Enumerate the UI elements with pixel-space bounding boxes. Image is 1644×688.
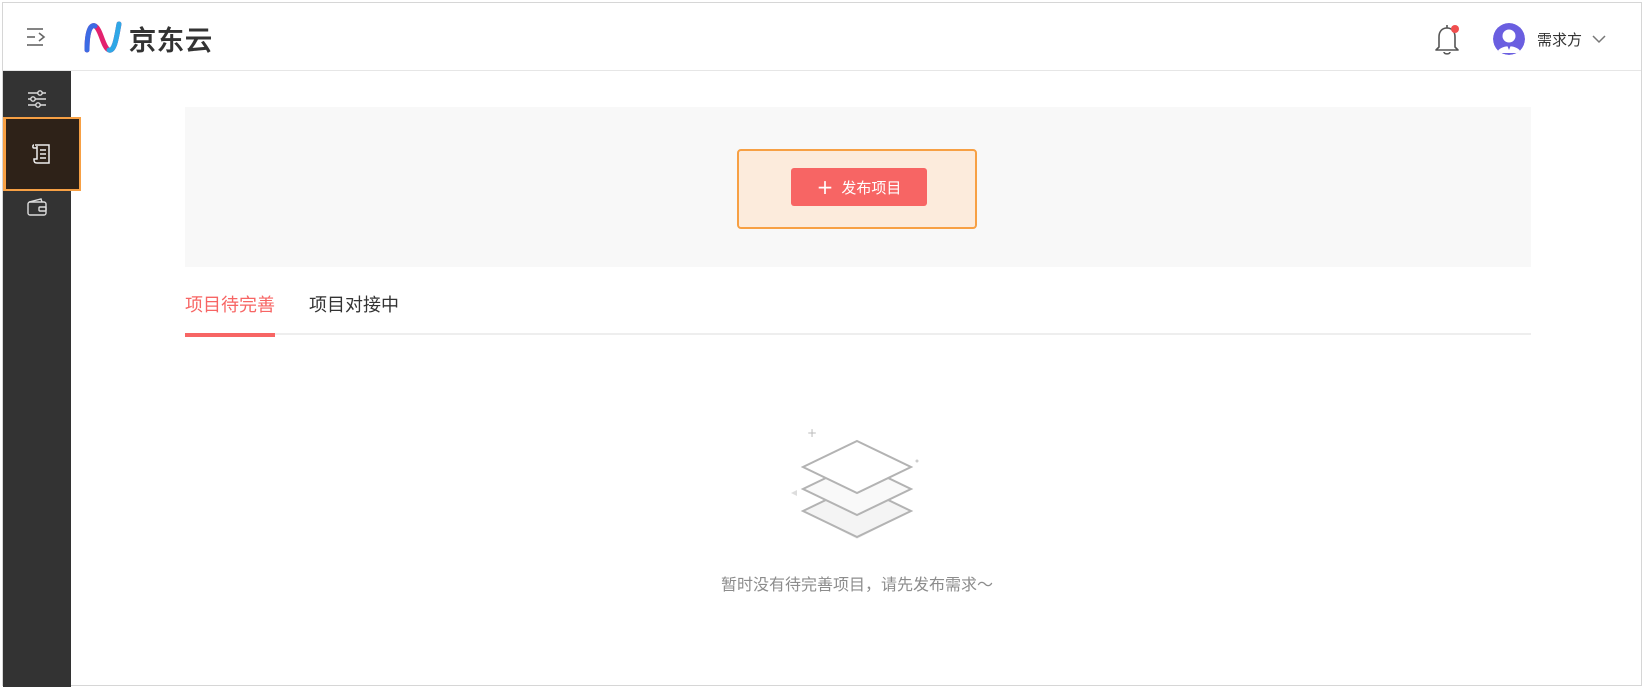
- logo-text: 京东云: [129, 25, 213, 57]
- tab-pending[interactable]: 项目待完善: [185, 291, 275, 337]
- chevron-down-icon: [1592, 35, 1606, 44]
- publish-project-button[interactable]: + 发布项目: [791, 168, 927, 206]
- plus-icon: +: [816, 175, 834, 199]
- sidebar: [3, 71, 81, 687]
- publish-panel: + 发布项目: [185, 107, 1531, 267]
- avatar: [1493, 23, 1525, 55]
- menu-toggle-icon[interactable]: [23, 25, 51, 49]
- publish-button-highlight: + 发布项目: [737, 149, 977, 229]
- sliders-icon: [28, 90, 46, 108]
- publish-button-label: 发布项目: [841, 178, 902, 197]
- app-window: 京东云 需求方 + 发布项目 项目待完善 项目对接中 + 暂时没有待完善项目，请…: [2, 2, 1642, 687]
- svg-text:+: +: [807, 426, 817, 440]
- empty-state-message: 暂时没有待完善项目，请先发布需求～: [720, 575, 993, 594]
- notification-bell-icon[interactable]: [1431, 21, 1463, 57]
- project-tabs: 项目待完善 项目对接中: [185, 283, 1531, 337]
- logo-mark-icon: [84, 21, 122, 53]
- logo[interactable]: 京东云: [83, 19, 213, 57]
- empty-state-layers-icon: +: [787, 421, 927, 561]
- notification-dot: [1451, 25, 1459, 33]
- user-name: 需求方: [1537, 30, 1583, 49]
- sidebar-item-wallet[interactable]: [3, 179, 71, 235]
- user-menu[interactable]: 需求方: [1493, 21, 1606, 57]
- tab-in-progress[interactable]: 项目对接中: [309, 291, 399, 335]
- top-bar: 京东云 需求方: [3, 3, 1641, 71]
- document-list-icon: [32, 144, 50, 164]
- wallet-icon: [27, 198, 47, 216]
